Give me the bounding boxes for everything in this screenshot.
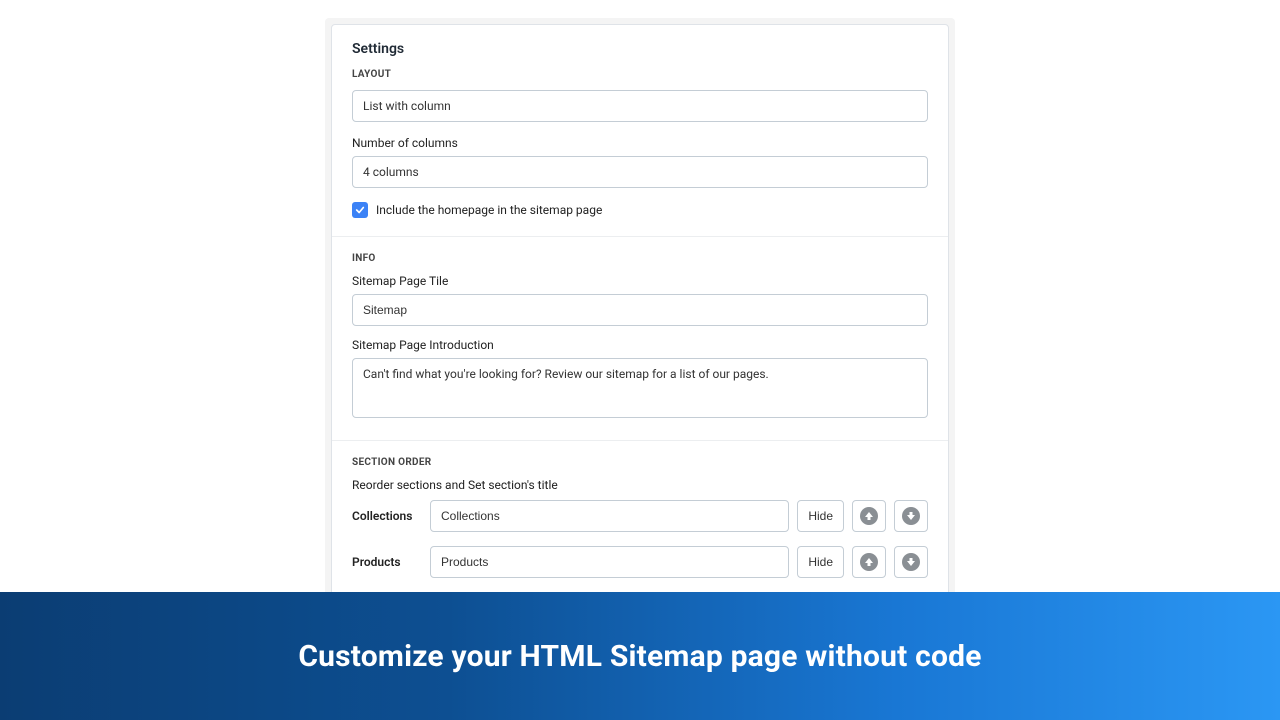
section-order-heading: SECTION ORDER <box>352 457 928 468</box>
section-row-label: Products <box>352 555 422 569</box>
settings-panel: Settings LAYOUT List with column Number … <box>331 24 949 689</box>
arrow-up-icon <box>860 507 878 525</box>
info-section: INFO Sitemap Page Tile Sitemap Page Intr… <box>332 237 948 441</box>
section-row-label: Collections <box>352 509 422 523</box>
include-homepage-checkbox[interactable] <box>352 202 368 218</box>
section-order-helper: Reorder sections and Set section's title <box>352 478 928 492</box>
sitemap-intro-textarea[interactable] <box>352 358 928 418</box>
sitemap-title-label: Sitemap Page Tile <box>352 274 928 288</box>
move-down-button[interactable] <box>894 546 928 578</box>
columns-select[interactable]: 4 columns <box>352 156 928 188</box>
arrow-up-icon <box>860 553 878 571</box>
include-homepage-row: Include the homepage in the sitemap page <box>352 202 928 218</box>
section-row-input-wrap <box>430 546 789 578</box>
section-order-row: Collections Hide <box>352 500 928 532</box>
layout-heading: LAYOUT <box>352 69 928 80</box>
promo-banner: Customize your HTML Sitemap page without… <box>0 592 1280 720</box>
columns-select-wrap: 4 columns <box>352 156 928 188</box>
move-up-button[interactable] <box>852 546 886 578</box>
sitemap-title-input[interactable] <box>352 294 928 326</box>
layout-select-wrap: List with column <box>352 90 928 122</box>
move-down-button[interactable] <box>894 500 928 532</box>
promo-banner-text: Customize your HTML Sitemap page without… <box>298 639 981 674</box>
section-title-input[interactable] <box>430 546 789 578</box>
settings-title: Settings <box>352 41 928 57</box>
sitemap-intro-label: Sitemap Page Introduction <box>352 338 928 352</box>
hide-button[interactable]: Hide <box>797 546 844 578</box>
include-homepage-label: Include the homepage in the sitemap page <box>376 203 602 217</box>
move-up-button[interactable] <box>852 500 886 532</box>
info-heading: INFO <box>352 253 928 264</box>
settings-header-section: Settings LAYOUT List with column Number … <box>332 25 948 237</box>
section-row-input-wrap <box>430 500 789 532</box>
arrow-down-icon <box>902 507 920 525</box>
section-order-row: Products Hide <box>352 546 928 578</box>
layout-select[interactable]: List with column <box>352 90 928 122</box>
arrow-down-icon <box>902 553 920 571</box>
columns-label: Number of columns <box>352 136 928 150</box>
hide-button[interactable]: Hide <box>797 500 844 532</box>
section-title-input[interactable] <box>430 500 789 532</box>
